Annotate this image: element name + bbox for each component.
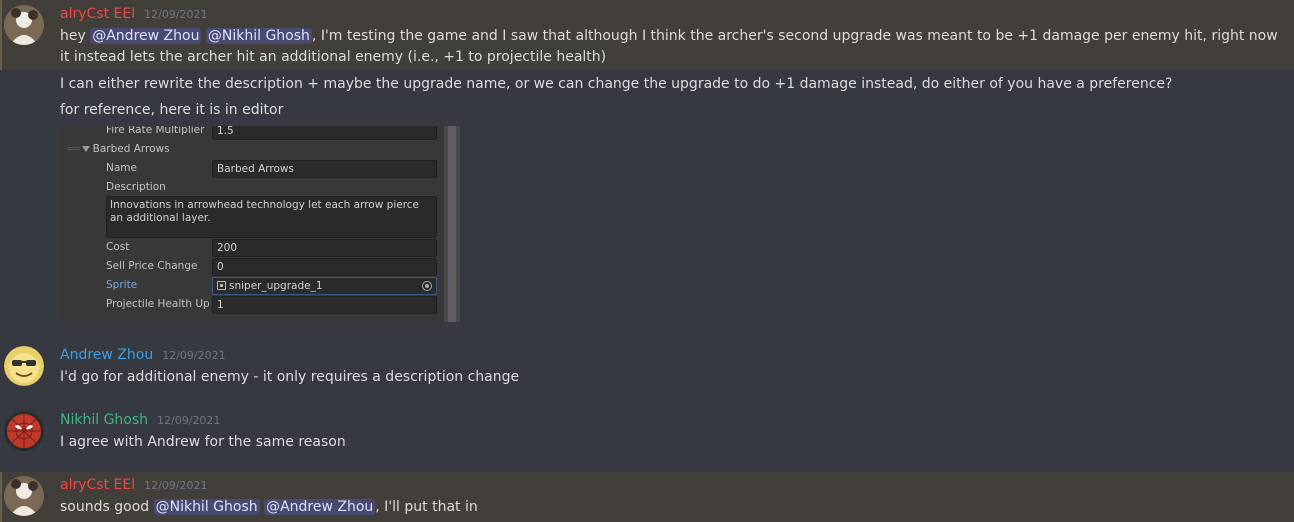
message-text: I can either rewrite the description + m… <box>60 76 1173 92</box>
sprite-icon <box>217 281 226 290</box>
drag-grip-icon: == <box>66 143 82 155</box>
username[interactable]: Nikhil Ghosh <box>60 412 148 428</box>
sprite-label: Sprite <box>106 279 138 291</box>
username[interactable]: alryCst EEl <box>60 477 135 493</box>
fire-rate-field: 1.5 <box>212 126 437 140</box>
timestamp: 12/09/2021 <box>144 479 208 492</box>
message-text-segment: , I'll put that in <box>375 499 478 515</box>
projectile-health-field: 1 <box>212 296 437 314</box>
sprite-field: sniper_upgrade_1 <box>212 277 437 295</box>
mention-nikhil[interactable]: @Nikhil Ghosh <box>205 28 312 44</box>
message-text: I agree with Andrew for the same reason <box>60 434 346 450</box>
chat-messages: alryCst EEl 12/09/2021 hey @Andrew Zhou … <box>0 0 1294 522</box>
message-text: sounds good @Nikhil Ghosh @Andrew Zhou, … <box>60 497 1286 518</box>
attached-image-editor-screenshot[interactable]: Fire Rate Multiplier 1.5 == Barbed Arrow… <box>60 126 460 322</box>
scrollbar <box>444 126 460 322</box>
foldout-barbed-arrows: == Barbed Arrows <box>66 143 170 155</box>
mention-nikhil[interactable]: @Nikhil Ghosh <box>153 499 260 515</box>
message-text: hey @Andrew Zhou @Nikhil Ghosh, I'm test… <box>60 26 1286 68</box>
username[interactable]: alryCst EEl <box>60 6 135 22</box>
username[interactable]: Andrew Zhou <box>60 347 153 363</box>
user-avatar-icon[interactable] <box>4 5 44 45</box>
cost-label: Cost <box>106 241 130 253</box>
sell-price-field: 0 <box>212 258 437 276</box>
spiderman-avatar-icon[interactable] <box>4 411 44 451</box>
foldout-label: Barbed Arrows <box>92 143 170 155</box>
projectile-health-label: Projectile Health Up <box>106 298 210 310</box>
emoji-face-avatar-icon[interactable] <box>4 346 44 386</box>
sell-price-label: Sell Price Change <box>106 260 198 272</box>
description-label: Description <box>106 181 166 193</box>
mention-andrew[interactable]: @Andrew Zhou <box>264 499 376 515</box>
timestamp: 12/09/2021 <box>162 349 226 362</box>
timestamp: 12/09/2021 <box>157 414 221 427</box>
user-avatar-icon[interactable] <box>4 476 44 516</box>
mention-andrew[interactable]: @Andrew Zhou <box>90 28 202 44</box>
name-field: Barbed Arrows <box>212 160 437 178</box>
description-field: Innovations in arrowhead technology let … <box>106 196 437 238</box>
timestamp: 12/09/2021 <box>144 8 208 21</box>
message-text: for reference, here it is in editor <box>60 102 284 118</box>
fire-rate-label: Fire Rate Multiplier <box>106 126 205 136</box>
name-label: Name <box>106 162 137 174</box>
cost-field: 200 <box>212 239 437 257</box>
foldout-arrow-icon <box>81 146 90 152</box>
sprite-value: sniper_upgrade_1 <box>229 280 323 292</box>
message-text-segment: sounds good <box>60 499 150 515</box>
message-text-segment: hey <box>60 28 86 44</box>
object-picker-icon <box>422 281 432 291</box>
message-text: I'd go for additional enemy - it only re… <box>60 369 520 385</box>
